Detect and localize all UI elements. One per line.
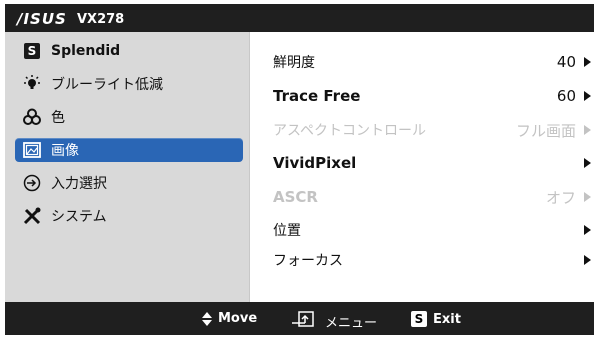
title-bar: /ISUS VX278 — [5, 4, 594, 32]
setting-row-position[interactable]: 位置 — [273, 218, 593, 242]
sidebar-item-label: システム — [51, 209, 107, 225]
up-down-icon — [202, 311, 212, 326]
setting-label: 鮮明度 — [273, 55, 315, 71]
input-icon — [23, 174, 41, 192]
picture-icon — [23, 141, 41, 159]
setting-label: アスペクトコントロール — [273, 123, 427, 139]
footer-bar: Move メニュー S Exit — [5, 302, 594, 335]
chevron-right-icon — [584, 125, 591, 135]
setting-row-aspect-control: アスペクトコントロール フル画面 — [273, 118, 593, 142]
settings-panel: 鮮明度 40 Trace Free 60 アスペクトコントロール フル画面 Vi… — [251, 32, 594, 302]
setting-label: 位置 — [273, 223, 301, 239]
enter-icon — [291, 311, 319, 331]
chevron-right-icon — [584, 255, 591, 265]
bulb-icon — [23, 75, 41, 93]
chevron-right-icon — [584, 91, 591, 101]
sidebar-item-label: Splendid — [51, 43, 121, 59]
sidebar-item-label: 画像 — [51, 143, 79, 159]
sidebar-item-label: 入力選択 — [51, 176, 107, 192]
setting-label: VividPixel — [273, 154, 357, 172]
sidebar-item-label: 色 — [51, 110, 65, 126]
setting-row-vividpixel[interactable]: VividPixel — [273, 151, 593, 175]
s-box-icon: S — [411, 311, 427, 327]
sidebar-item-system[interactable]: システム — [15, 204, 243, 228]
sidebar-item-input[interactable]: 入力選択 — [15, 171, 243, 195]
sidebar-item-color[interactable]: 色 — [15, 105, 243, 129]
setting-row-ascr: ASCR オフ — [273, 185, 593, 209]
setting-value: フル画面 — [515, 121, 576, 140]
footer-move-label: Move — [218, 311, 258, 326]
setting-row-trace-free[interactable]: Trace Free 60 — [273, 84, 593, 108]
sidebar-item-splendid[interactable]: S Splendid — [15, 39, 243, 63]
tools-icon — [23, 207, 41, 225]
brand-logo: /ISUS — [17, 10, 67, 28]
sidebar-item-label: ブルーライト低減 — [51, 77, 163, 93]
setting-label: フォーカス — [273, 253, 343, 269]
setting-value: 60 — [556, 87, 576, 105]
sidebar-item-blue-light[interactable]: ブルーライト低減 — [15, 72, 243, 96]
setting-label: Trace Free — [273, 87, 361, 105]
s-box-icon: S — [23, 42, 41, 60]
footer-menu: メニュー — [291, 311, 377, 331]
chevron-right-icon — [584, 192, 591, 202]
chevron-right-icon — [584, 225, 591, 235]
sidebar: S Splendid ブルーライト低減 色 画像 入力選択 システム — [5, 32, 250, 302]
footer-move: Move — [202, 311, 257, 326]
sidebar-item-image[interactable]: 画像 — [15, 138, 243, 162]
setting-value: 40 — [556, 53, 576, 71]
setting-row-focus[interactable]: フォーカス — [273, 248, 593, 272]
setting-row-sharpness[interactable]: 鮮明度 40 — [273, 50, 593, 74]
chevron-right-icon — [584, 57, 591, 67]
setting-label: ASCR — [273, 188, 318, 206]
osd-menu: /ISUS VX278 S Splendid ブルーライト低減 色 画像 入力選… — [5, 4, 594, 335]
footer-exit-label: Exit — [433, 311, 461, 327]
setting-value: オフ — [545, 188, 576, 207]
model-name: VX278 — [77, 12, 125, 27]
chevron-right-icon — [584, 158, 591, 168]
color-circles-icon — [23, 108, 41, 126]
footer-exit: S Exit — [411, 311, 461, 327]
footer-menu-label: メニュー — [325, 315, 378, 331]
